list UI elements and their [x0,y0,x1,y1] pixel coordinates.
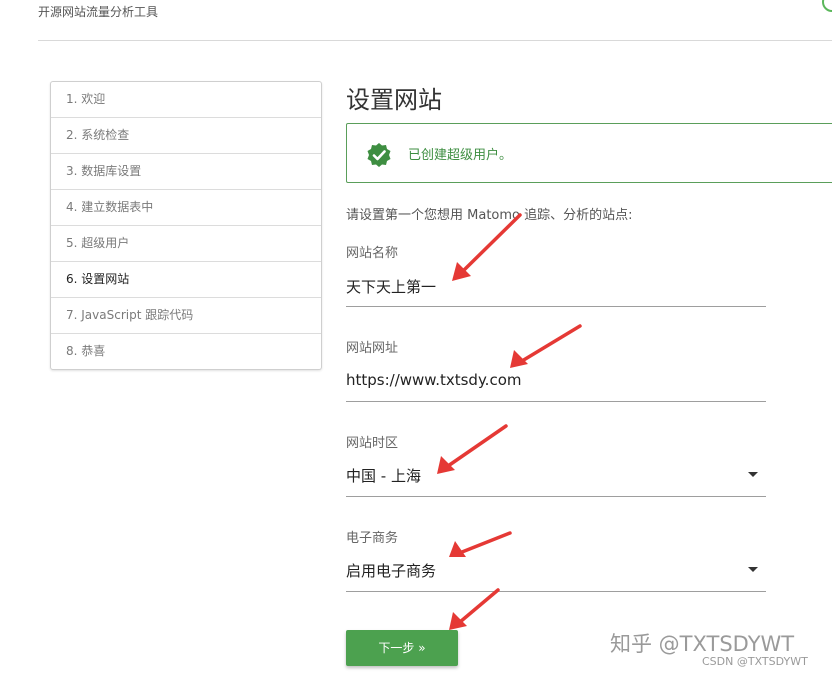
timezone-dropdown-icon[interactable] [748,472,758,477]
step-super-user[interactable]: 5. 超级用户 [51,226,321,262]
check-badge-icon [367,143,391,167]
page: 开源网站流量分析工具 1. 欢迎 2. 系统检查 3. 数据库设置 4. 建立数… [0,0,832,676]
step-congratulations[interactable]: 8. 恭喜 [51,334,321,369]
install-steps-list: 1. 欢迎 2. 系统检查 3. 数据库设置 4. 建立数据表中 5. 超级用户… [50,81,322,370]
ecommerce-select[interactable]: 启用电子商务 [346,560,436,581]
site-url-label: 网站网址 [346,341,399,356]
step-setup-website[interactable]: 6. 设置网站 [51,262,321,298]
page-title: 设置网站 [346,86,442,114]
success-alert: 已创建超级用户。 [346,123,832,183]
step-welcome[interactable]: 1. 欢迎 [51,82,321,118]
arrow-to-site-url [510,324,582,368]
site-name-input[interactable]: 天下天上第一 [346,276,436,297]
corner-badge-icon [822,0,832,12]
step-system-check[interactable]: 2. 系统检查 [51,118,321,154]
site-url-underline [346,401,766,402]
site-name-label: 网站名称 [346,246,399,261]
arrow-to-next-button [449,588,500,630]
site-name-underline [346,306,766,307]
header-divider [38,40,832,41]
arrow-to-ecommerce [449,531,512,557]
timezone-label: 网站时区 [346,436,399,451]
zhihu-watermark: 知乎 @TXTSDYWT [610,632,795,656]
step-database-setup[interactable]: 3. 数据库设置 [51,154,321,190]
ecommerce-dropdown-icon[interactable] [748,567,758,572]
arrow-to-timezone [437,424,508,474]
timezone-underline [346,496,766,497]
step-js-tracking-code[interactable]: 7. JavaScript 跟踪代码 [51,298,321,334]
ecommerce-underline [346,591,766,592]
arrow-to-site-name [452,213,522,281]
app-subtitle: 开源网站流量分析工具 [38,5,159,19]
ecommerce-label: 电子商务 [346,531,399,546]
step-create-tables[interactable]: 4. 建立数据表中 [51,190,321,226]
csdn-watermark: CSDN @TXTSDYWT [702,655,808,668]
next-button[interactable]: 下一步 » [346,630,458,666]
site-url-input[interactable]: https://www.txtsdy.com [346,371,521,389]
alert-message: 已创建超级用户。 [408,148,513,163]
intro-text: 请设置第一个您想用 Matomo 追踪、分析的站点: [346,208,633,223]
timezone-select[interactable]: 中国 - 上海 [346,465,421,486]
